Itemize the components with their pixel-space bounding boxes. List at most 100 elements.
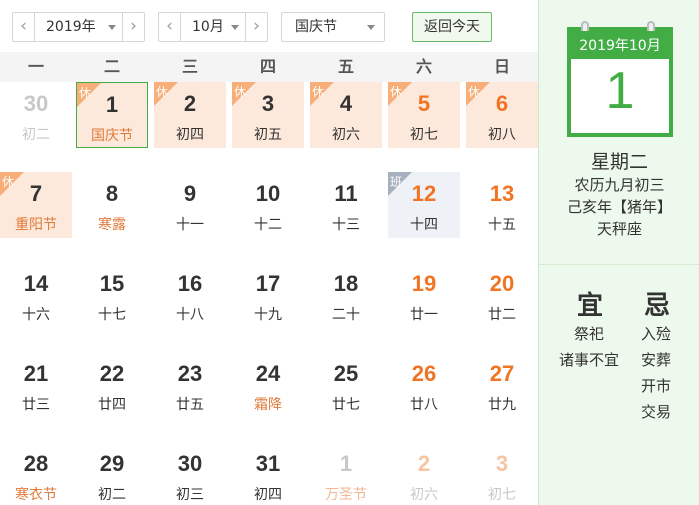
weekday-label: 四 <box>259 57 276 76</box>
year-caret-icon <box>108 25 116 30</box>
day-cell[interactable]: 22 廿四 <box>76 352 148 418</box>
day-cell[interactable]: 30 初三 <box>154 442 226 505</box>
prev-month-button[interactable]: ‹ <box>159 13 181 41</box>
lunar-day-label: 初二 <box>98 487 126 503</box>
day-cell[interactable]: 2 初六 <box>388 442 460 505</box>
lunar-day-label: 廿七 <box>332 397 360 413</box>
lunar-day-label: 廿三 <box>22 397 50 413</box>
day-cell[interactable]: 休 4 初六 <box>310 82 382 148</box>
day-cell[interactable]: 16 十八 <box>154 262 226 328</box>
day-cell[interactable]: 8 寒露 <box>76 172 148 238</box>
lunar-day-label: 初八 <box>488 127 516 143</box>
day-number: 18 <box>333 271 359 296</box>
day-number: 16 <box>177 271 203 296</box>
holiday-dropdown-label: 国庆节 <box>295 19 337 35</box>
weekday-label: 六 <box>415 57 432 76</box>
lunar-day-label: 廿二 <box>488 307 516 323</box>
day-cell[interactable]: 休 5 初七 <box>388 82 460 148</box>
day-number: 20 <box>489 271 515 296</box>
day-number: 5 <box>417 91 431 116</box>
lunar-day-label: 十七 <box>98 307 126 323</box>
day-cell[interactable]: 休 3 初五 <box>232 82 304 148</box>
festival-label: 重阳节 <box>15 217 57 233</box>
lunar-day-label: 廿八 <box>410 397 438 413</box>
day-cell[interactable]: 班 12 十四 <box>388 172 460 238</box>
day-cell[interactable]: 休 1 国庆节 <box>76 82 148 148</box>
lunar-day-label: 廿九 <box>488 397 516 413</box>
day-cell[interactable]: 27 廿九 <box>466 352 538 418</box>
day-cell[interactable]: 30 初二 <box>0 82 72 148</box>
day-cell[interactable]: 20 廿二 <box>466 262 538 328</box>
lunar-day-label: 廿五 <box>176 397 204 413</box>
calendar-grid: 30 初二休 1 国庆节休 2 初四休 3 初五休 4 初六休 5 初七休 6 初八休 7 重阳节 8 寒露 9 十一… <box>0 82 538 505</box>
day-number: 2 <box>183 91 197 116</box>
day-number: 15 <box>99 271 125 296</box>
month-caret-icon <box>231 25 239 30</box>
year-dropdown[interactable]: 2019年 <box>46 13 96 41</box>
year-selector: ‹ 2019年 › <box>12 12 145 42</box>
yi-title: 宜 <box>577 291 604 321</box>
lunar-day-label: 廿四 <box>98 397 126 413</box>
day-number: 25 <box>333 361 359 386</box>
day-cell[interactable]: 19 廿一 <box>388 262 460 328</box>
day-number: 21 <box>23 361 49 386</box>
weekday-label: 二 <box>103 57 120 76</box>
day-number: 27 <box>489 361 515 386</box>
festival-label: 霜降 <box>254 397 282 413</box>
day-cell[interactable]: 25 廿七 <box>310 352 382 418</box>
back-to-today-button[interactable]: 返回今天 <box>412 12 492 42</box>
day-cell[interactable]: 休 2 初四 <box>154 82 226 148</box>
lunar-day-label: 初六 <box>410 487 438 503</box>
holiday-caret-icon <box>367 25 375 30</box>
day-cell[interactable]: 11 十三 <box>310 172 382 238</box>
prev-year-button[interactable]: ‹ <box>13 13 35 41</box>
day-cell[interactable]: 14 十六 <box>0 262 72 328</box>
detail-lunar-date: 农历九月初三 <box>574 176 665 194</box>
day-number: 10 <box>255 181 281 206</box>
day-cell[interactable]: 26 廿八 <box>388 352 460 418</box>
day-number: 24 <box>255 361 281 386</box>
day-cell[interactable]: 21 廿三 <box>0 352 72 418</box>
weekday-label: 五 <box>337 57 354 76</box>
day-cell[interactable]: 15 十七 <box>76 262 148 328</box>
day-cell[interactable]: 9 十一 <box>154 172 226 238</box>
day-cell[interactable]: 24 霜降 <box>232 352 304 418</box>
weekday-label: 日 <box>493 57 510 76</box>
ji-title: 忌 <box>644 291 671 321</box>
lunar-day-label: 十八 <box>176 307 204 323</box>
next-month-button[interactable]: › <box>245 13 267 41</box>
lunar-day-label: 初四 <box>254 487 282 503</box>
day-number: 9 <box>183 181 197 206</box>
lunar-day-label: 廿一 <box>410 307 438 323</box>
lunar-day-label: 十三 <box>332 217 360 233</box>
day-cell[interactable]: 1 万圣节 <box>310 442 382 505</box>
day-cell[interactable]: 31 初四 <box>232 442 304 505</box>
ji-item: 入殓 <box>641 325 672 343</box>
ji-item: 安葬 <box>641 351 672 369</box>
day-cell[interactable]: 休 6 初八 <box>466 82 538 148</box>
day-cell[interactable]: 休 7 重阳节 <box>0 172 72 238</box>
day-number: 31 <box>255 451 281 476</box>
day-cell[interactable]: 3 初七 <box>466 442 538 505</box>
day-cell[interactable]: 23 廿五 <box>154 352 226 418</box>
weekday-label: 一 <box>27 57 44 76</box>
day-number: 7 <box>29 181 43 206</box>
festival-label: 国庆节 <box>91 128 133 144</box>
lunar-day-label: 初二 <box>22 127 50 143</box>
ji-item: 开市 <box>641 377 672 395</box>
lunar-day-label: 十二 <box>254 217 282 233</box>
day-cell[interactable]: 10 十二 <box>232 172 304 238</box>
festival-label: 寒衣节 <box>15 487 57 503</box>
lunar-day-label: 初四 <box>176 127 204 143</box>
day-cell[interactable]: 17 十九 <box>232 262 304 328</box>
day-detail-panel: 2019年10月 1 星期二 农历九月初三 己亥年【猪年】 天秤座 宜 忌 祭祀… <box>538 0 699 505</box>
day-cell[interactable]: 28 寒衣节 <box>0 442 72 505</box>
holiday-dropdown[interactable]: 国庆节 <box>281 12 385 42</box>
day-cell[interactable]: 29 初二 <box>76 442 148 505</box>
day-cell[interactable]: 13 十五 <box>466 172 538 238</box>
next-year-button[interactable]: › <box>122 13 144 41</box>
month-dropdown[interactable]: 10月 <box>192 13 224 41</box>
day-number: 30 <box>23 91 49 116</box>
lunar-day-label: 十一 <box>176 217 204 233</box>
day-cell[interactable]: 18 二十 <box>310 262 382 328</box>
